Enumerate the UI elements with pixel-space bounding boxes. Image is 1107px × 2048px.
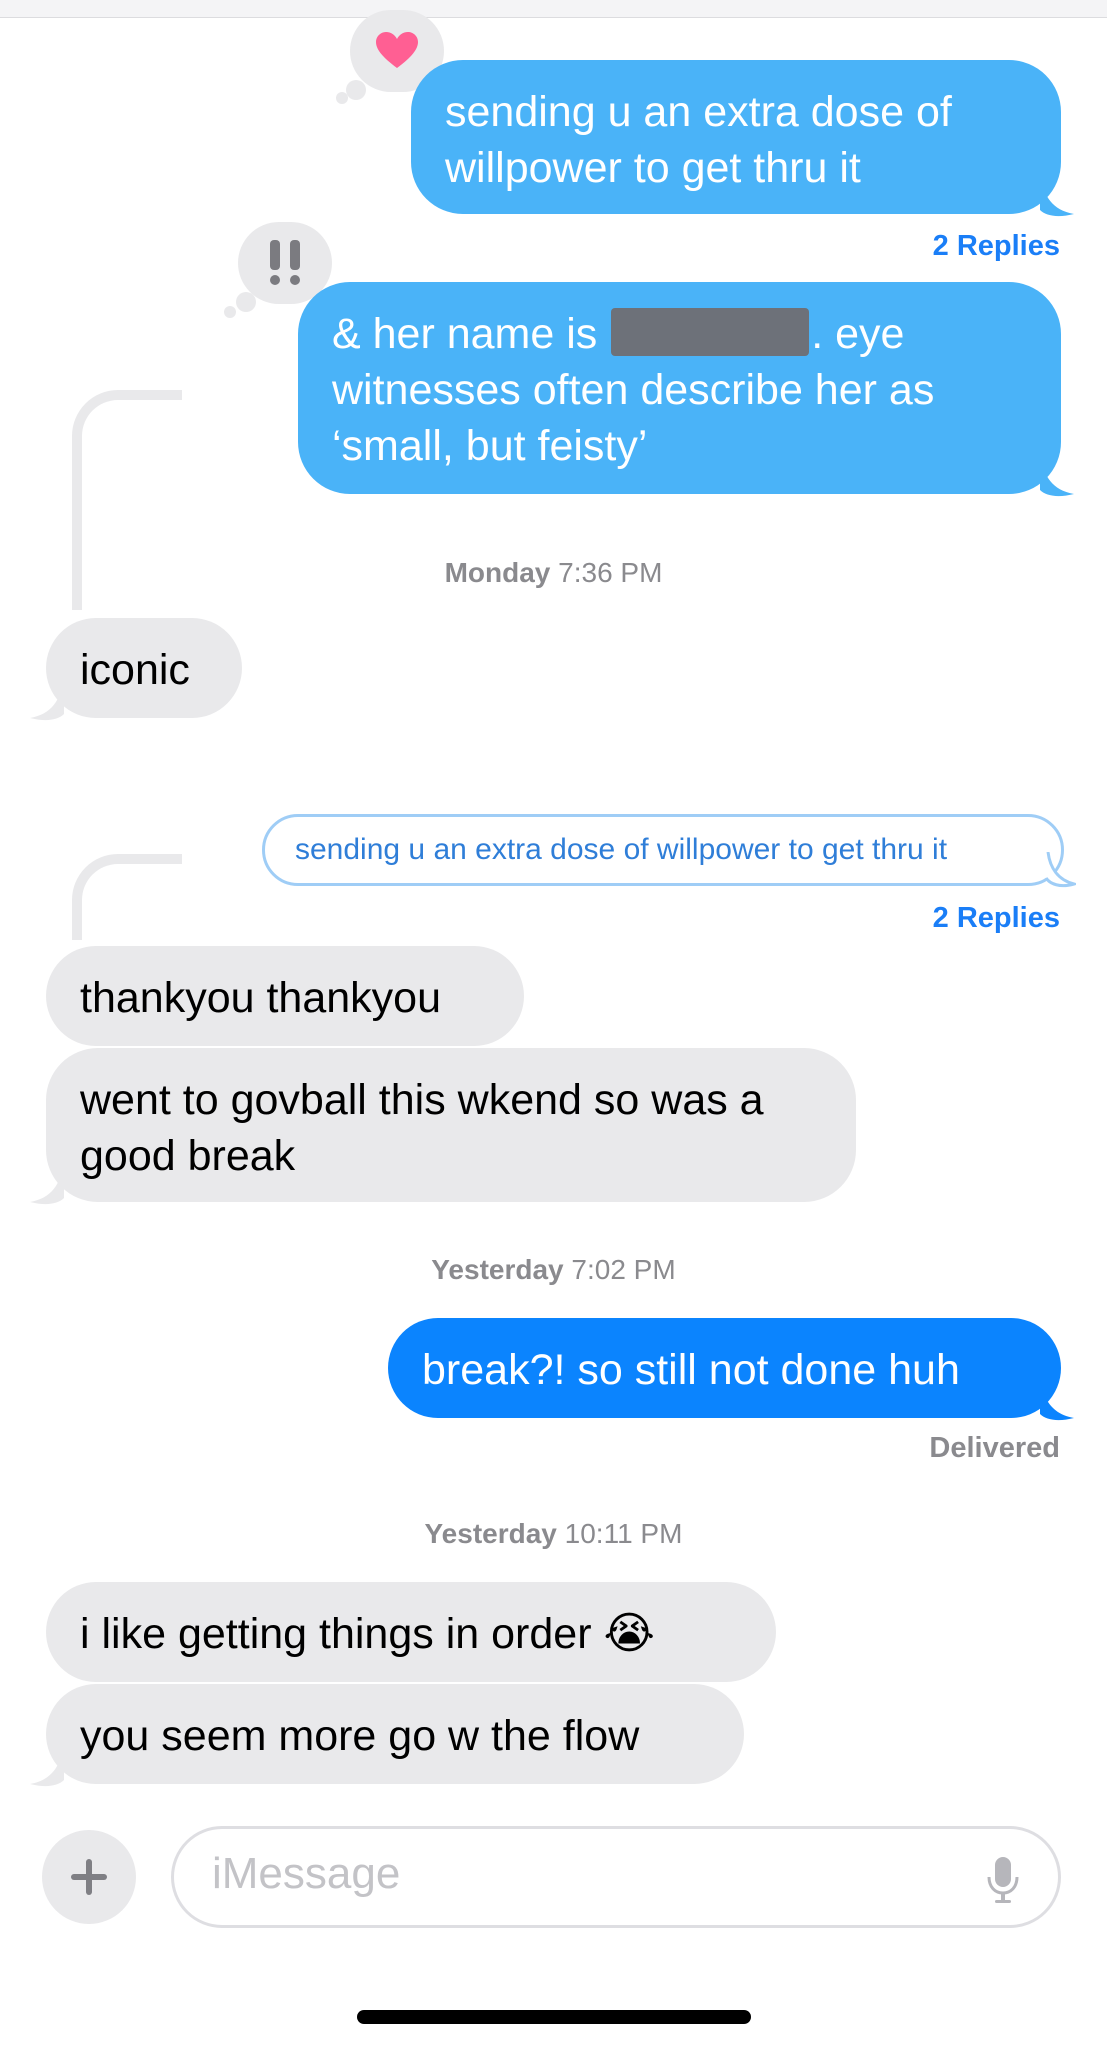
message-bubble-sent[interactable]: sending u an extra dose of willpower to … xyxy=(411,60,1061,214)
message-input-placeholder: iMessage xyxy=(212,1849,401,1898)
message-text: i like getting things in order xyxy=(80,1610,592,1658)
timestamp-day: Yesterday xyxy=(431,1254,564,1285)
home-indicator[interactable] xyxy=(357,2010,751,2024)
message-text: iconic xyxy=(80,646,190,694)
bubble-tail xyxy=(1040,176,1074,217)
reaction-bubble-tail xyxy=(236,292,256,312)
thread-quote[interactable]: sending u an extra dose of willpower to … xyxy=(262,814,1064,886)
bubble-tail xyxy=(30,680,64,721)
redacted-name xyxy=(611,308,810,356)
timestamp-time: 10:11 PM xyxy=(564,1518,683,1549)
timestamp-day: Monday xyxy=(444,557,551,588)
message-text: thankyou thankyou xyxy=(80,974,441,1022)
message-bubble-received[interactable]: iconic xyxy=(46,618,242,718)
timestamp-day: Yesterday xyxy=(424,1518,557,1549)
replies-link[interactable]: 2 Replies xyxy=(933,902,1060,935)
quote-tail xyxy=(1046,852,1076,888)
message-text: break?! so still not done huh xyxy=(422,1346,960,1394)
top-bar xyxy=(0,0,1107,18)
message-bubble-sent[interactable]: & her name is . eye witnesses often desc… xyxy=(298,282,1061,494)
message-text: sending u an extra dose of willpower to … xyxy=(445,88,952,192)
microphone-icon[interactable] xyxy=(986,1855,1020,1905)
reaction-bubble-tail-small xyxy=(224,306,236,318)
bubble-tail xyxy=(1040,456,1074,497)
plus-icon xyxy=(71,1859,107,1895)
timestamp-time: 7:36 PM xyxy=(558,557,663,588)
message-bubble-received[interactable]: you seem more go w the flow xyxy=(46,1684,744,1784)
bubble-tail xyxy=(1040,1380,1074,1421)
message-text: you seem more go w the flow xyxy=(80,1712,640,1760)
timestamp: Monday 7:36 PM xyxy=(0,557,1107,589)
message-bubble-received[interactable]: thankyou thankyou xyxy=(46,946,524,1046)
message-bubble-sent[interactable]: break?! so still not done huh xyxy=(388,1318,1061,1418)
timestamp: Yesterday 10:11 PM xyxy=(0,1518,1107,1550)
message-text: went to govball this wkend so was a good… xyxy=(80,1076,764,1180)
timestamp-time: 7:02 PM xyxy=(571,1254,676,1285)
message-input[interactable]: iMessage xyxy=(171,1826,1061,1928)
replies-link[interactable]: 2 Replies xyxy=(933,230,1060,263)
reaction-bubble-tail xyxy=(346,80,366,100)
bubble-tail xyxy=(30,1746,64,1787)
crying-emoji-icon: 😭 xyxy=(603,1609,655,1658)
delivery-status: Delivered xyxy=(929,1432,1060,1464)
double-exclamation-icon xyxy=(270,240,300,285)
message-bubble-received[interactable]: i like getting things in order 😭 xyxy=(46,1582,776,1682)
reaction-bubble-tail-small xyxy=(336,92,348,104)
timestamp: Yesterday 7:02 PM xyxy=(0,1254,1107,1286)
bubble-tail xyxy=(30,1164,64,1205)
thread-connector xyxy=(72,854,182,940)
apps-plus-button[interactable] xyxy=(42,1830,136,1924)
heart-icon xyxy=(376,32,418,68)
quote-text: sending u an extra dose of willpower to … xyxy=(295,833,948,866)
message-text-part: & her name is xyxy=(332,310,598,358)
message-bubble-received[interactable]: went to govball this wkend so was a good… xyxy=(46,1048,856,1202)
